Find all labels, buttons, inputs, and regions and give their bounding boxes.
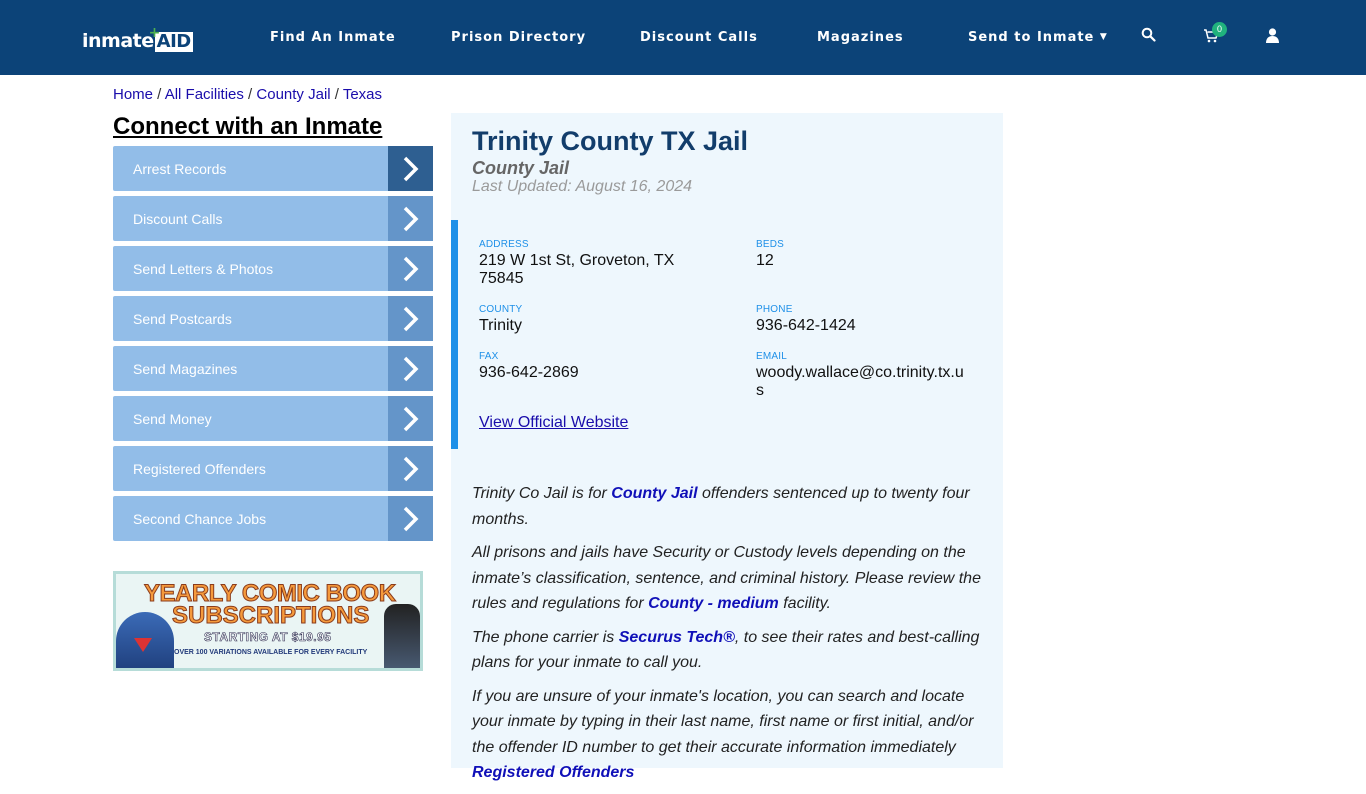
facility-title: Trinity County TX Jail <box>472 126 749 156</box>
facility-type: County Jail <box>472 158 570 178</box>
connect-heading[interactable]: Connect with an Inmate <box>113 113 382 141</box>
chevron-right-icon <box>388 396 433 441</box>
beds-field: BEDS 12 <box>756 239 784 270</box>
phone-field: PHONE 936-642-1424 <box>756 304 856 335</box>
fax-field: FAX 936-642-2869 <box>479 351 579 382</box>
sidebar-item-label: Second Chance Jobs <box>133 510 267 527</box>
banner-headline-2: SUBSCRIPTIONS <box>171 602 370 630</box>
caret-down-icon: ▼ <box>1099 32 1108 42</box>
sidebar-item-label: Send Postcards <box>133 310 232 327</box>
sidebar-item-label: Send Letters & Photos <box>133 260 274 277</box>
chevron-right-icon <box>388 246 433 291</box>
nav-send-to-inmate-label: Send to Inmate <box>968 30 1095 45</box>
text: facility. <box>778 595 831 612</box>
breadcrumb-separator: / <box>330 86 343 103</box>
description-paragraph: The phone carrier is Securus Tech®, to s… <box>472 625 992 676</box>
sidebar-item-label: Send Money <box>133 410 212 427</box>
sidebar-item-send-postcards[interactable]: Send Postcards <box>113 296 433 341</box>
address-value: 219 W 1st St, Groveton, TX 75845 <box>479 252 675 287</box>
inmateaid-logo[interactable]: inmate + AID <box>82 25 193 52</box>
email-label: EMAIL <box>756 351 788 362</box>
sidebar-item-label: Arrest Records <box>133 160 227 177</box>
beds-label: BEDS <box>756 239 785 250</box>
top-navigation: inmate + AID Find An Inmate Prison Directo… <box>0 0 1366 75</box>
chevron-right-icon <box>388 496 433 541</box>
nav-discount-calls[interactable]: Discount Calls <box>640 30 758 45</box>
chevron-right-icon <box>388 446 433 491</box>
chevron-right-icon <box>388 196 433 241</box>
banner-tagline: OVER 100 VARIATIONS AVAILABLE FOR EVERY … <box>174 649 368 656</box>
banner-price: STARTING AT $19.95 <box>204 630 332 645</box>
text: If you are unsure of your inmate's locat… <box>472 687 974 756</box>
facility-info-card: ADDRESS 219 W 1st St, Groveton, TX 75845… <box>451 220 1003 449</box>
county-field: COUNTY Trinity <box>479 304 522 335</box>
sidebar-item-discount-calls[interactable]: Discount Calls <box>113 196 433 241</box>
facility-description: Trinity Co Jail is for County Jail offen… <box>472 481 992 794</box>
search-icon[interactable] <box>1141 27 1156 47</box>
address-field: ADDRESS 219 W 1st St, Groveton, TX 75845 <box>479 239 699 288</box>
sidebar-item-send-magazines[interactable]: Send Magazines <box>113 346 433 391</box>
email-field: EMAIL woody.wallace@co.trinity.tx.us <box>756 351 968 400</box>
sidebar-item-second-chance-jobs[interactable]: Second Chance Jobs <box>113 496 433 541</box>
chevron-right-icon <box>388 346 433 391</box>
email-value[interactable]: woody.wallace@co.trinity.tx.us <box>756 364 968 400</box>
logo-accent-text: AID <box>156 31 192 52</box>
breadcrumb-texas[interactable]: Texas <box>343 86 382 103</box>
superman-image <box>116 612 174 668</box>
nav-send-to-inmate[interactable]: Send to Inmate ▼ <box>968 30 1108 45</box>
fax-label: FAX <box>479 351 499 362</box>
cart-count-badge: 0 <box>1212 22 1227 37</box>
breadcrumb-home[interactable]: Home <box>113 86 153 103</box>
address-label: ADDRESS <box>479 239 529 250</box>
nav-magazines[interactable]: Magazines <box>817 30 904 45</box>
facility-panel: Trinity County TX Jail County Jail Last … <box>451 113 1003 781</box>
sidebar-item-registered-offenders[interactable]: Registered Offenders <box>113 446 433 491</box>
breadcrumb-separator: / <box>243 86 257 103</box>
breadcrumb: Home / All Facilities / County Jail / Te… <box>113 86 382 103</box>
sidebar-item-label: Discount Calls <box>133 210 223 227</box>
description-paragraph: All prisons and jails have Security or C… <box>472 540 992 617</box>
chevron-right-icon <box>388 146 433 191</box>
nav-prison-directory[interactable]: Prison Directory <box>451 30 586 45</box>
fax-value: 936-642-2869 <box>479 364 579 381</box>
registered-offenders-link[interactable]: Registered Offenders <box>472 764 634 781</box>
sidebar-item-label: Registered Offenders <box>133 460 266 477</box>
phone-label: PHONE <box>756 304 793 315</box>
text: Trinity Co Jail is for <box>472 485 612 502</box>
county-jail-link[interactable]: County Jail <box>611 485 697 502</box>
phone-carrier-link[interactable]: Securus Tech® <box>619 629 735 646</box>
description-paragraph: If you are unsure of your inmate's locat… <box>472 684 992 786</box>
plus-icon: + <box>148 25 161 41</box>
sidebar-item-send-money[interactable]: Send Money <box>113 396 433 441</box>
sidebar-item-label: Send Magazines <box>133 360 238 377</box>
description-paragraph: Trinity Co Jail is for County Jail offen… <box>472 481 992 532</box>
comic-subscription-banner[interactable]: YEARLY COMIC BOOK SUBSCRIPTIONS STARTING… <box>113 571 423 671</box>
phone-value[interactable]: 936-642-1424 <box>756 317 856 335</box>
sidebar-item-arrest-records[interactable]: Arrest Records <box>113 146 433 191</box>
breadcrumb-separator: / <box>153 86 165 103</box>
beds-value: 12 <box>756 252 774 269</box>
logo-accent: + AID <box>149 25 193 52</box>
logo-text: inmate <box>82 30 154 52</box>
sidebar-item-send-letters-photos[interactable]: Send Letters & Photos <box>113 246 433 291</box>
breadcrumb-county-jail[interactable]: County Jail <box>256 86 330 103</box>
last-updated: Last Updated: August 16, 2024 <box>472 178 693 195</box>
user-icon[interactable] <box>1266 28 1279 48</box>
security-level-link[interactable]: County - medium <box>648 595 779 612</box>
breadcrumb-all-facilities[interactable]: All Facilities <box>165 86 244 103</box>
chevron-right-icon <box>388 296 433 341</box>
text: The phone carrier is <box>472 628 619 646</box>
county-value: Trinity <box>479 317 522 334</box>
nav-find-an-inmate[interactable]: Find An Inmate <box>270 30 396 45</box>
batman-image <box>384 604 420 668</box>
county-label: COUNTY <box>479 304 523 315</box>
view-official-website-link[interactable]: View Official Website <box>479 414 628 432</box>
sidebar-menu: Arrest Records Discount Calls Send Lette… <box>113 146 433 546</box>
